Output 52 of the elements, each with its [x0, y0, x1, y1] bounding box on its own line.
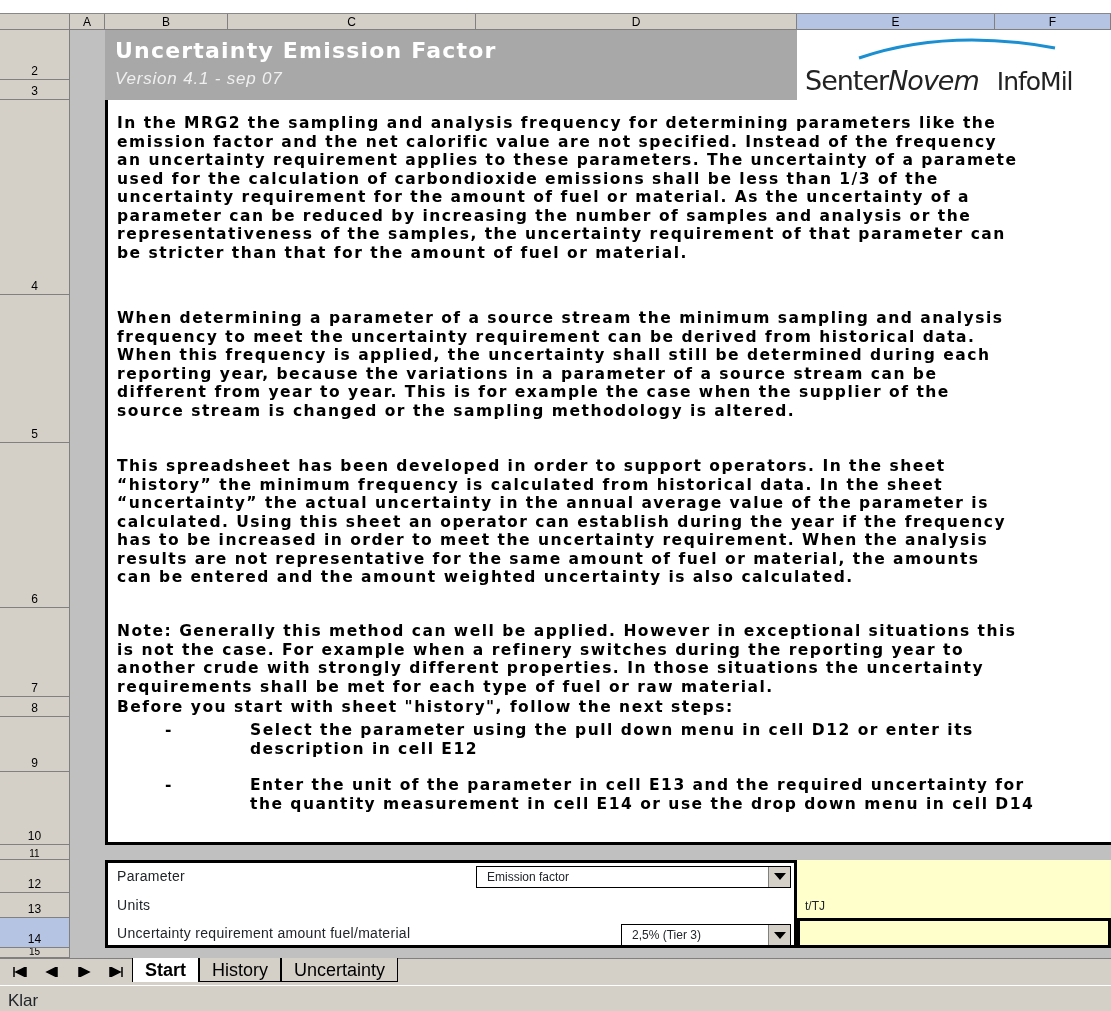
value-cell[interactable] [797, 860, 1111, 893]
status-text: Klar [0, 985, 1111, 1011]
column-header[interactable]: E [797, 14, 995, 30]
caret-icon [768, 925, 790, 945]
row-header[interactable]: 11 [0, 845, 70, 860]
step-text: Enter the unit of the parameter in cell E13 and the required uncertainty for the quantity measurement in cell E14 or use the drop down menu in cell D14 [249, 775, 1036, 813]
value-cell[interactable]: t/TJ [797, 893, 1111, 918]
field-label: Uncertainty requirement amount fuel/material [116, 923, 412, 943]
sheet-tab[interactable]: Start [132, 958, 199, 982]
column-header[interactable]: A [70, 14, 105, 30]
column-header[interactable]: D [476, 14, 797, 30]
row-header[interactable]: 10 [0, 772, 70, 845]
row-header[interactable]: 2 [0, 30, 70, 80]
column-header[interactable]: F [995, 14, 1111, 30]
value-cell[interactable] [797, 918, 1111, 948]
version-text: Version 4.1 - sep 07 [115, 70, 284, 90]
steps-intro: Before you start with sheet "history", follow the next steps: [116, 697, 735, 717]
row-header[interactable]: 15 [0, 948, 70, 958]
sheet-title: Uncertainty Emission Factor [115, 38, 498, 65]
field-label: Parameter [116, 867, 187, 886]
select-all-button[interactable] [0, 14, 70, 30]
row-header[interactable]: 9 [0, 717, 70, 772]
bullet: - [164, 775, 174, 795]
bullet: - [164, 720, 174, 740]
paragraph: In the MRG2 the sampling and analysis frequency for determining parameters like the emission factor and the net calorific value are not specified. Instead of the frequency an uncertainty requirement applies to these parameters. The uncertainty of a paramete used for the calculation of carbondioxide emissions shall be less than 1/3 of the uncertainty requirement for the amount of fuel or material. As the uncertainty of a parameter can be reduced by increasing the number of samples and analysis or the representativeness of the samples, the uncertainty requirement of that parameter can be stricter than that for the amount of fuel or material. [116, 113, 1019, 262]
field-label: Units [116, 896, 152, 915]
row-header[interactable]: 14 [0, 918, 70, 948]
row-header[interactable]: 5 [0, 295, 70, 443]
logo-text: SenterNovem [805, 67, 979, 94]
last-icon[interactable] [109, 967, 123, 977]
column-header[interactable]: C [228, 14, 476, 30]
column-header[interactable]: B [105, 14, 228, 30]
dropdown[interactable]: 2,5% (Tier 3) [621, 924, 791, 946]
next-icon[interactable] [77, 967, 91, 977]
row-header[interactable]: 3 [0, 80, 70, 100]
row-header[interactable]: 6 [0, 443, 70, 608]
first-icon[interactable] [13, 967, 27, 977]
dropdown[interactable]: Emission factor [476, 865, 791, 888]
caret-icon [768, 866, 790, 887]
paragraph: Note: Generally this method can well be applied. However in exceptional situations this is not the case. For example when a refinery switches during the reporting year to another crude with strongly different properties. In those situations the uncertainty requirements shall be met for each type of fuel or raw material. [116, 621, 1018, 696]
logo-text: InfoMil [996, 69, 1073, 94]
step-text: Select the parameter using the pull down menu in cell D12 or enter its description in cell E12 [249, 720, 975, 758]
row-header[interactable]: 13 [0, 893, 70, 918]
paragraph: This spreadsheet has been developed in order to support operators. In the sheet “history” the minimum frequency is calculated from historical data. In the sheet “uncertainty” the actual uncertainty in the annual average value of the parameter is calculated. Using this sheet an operator can establish during the year if the frequency has to be increased in order to meet the uncertainty requirement. When the analysis results are not representative for the same amount of fuel or material, the amounts can be entered and the amount weighted uncertainty is also calculated. [116, 456, 1008, 587]
sheet-tab[interactable]: History [199, 958, 282, 982]
paragraph: When determining a parameter of a source stream the minimum sampling and analysis frequency to meet the uncertainty requirement can be derived from historical data. When this frequency is applied, the uncertainty shall still be determined during each reporting year, because the variations in a parameter of a source stream can be different from year to year. This is for example the case when the supplier of the source stream is changed or the sampling methodology is altered. [116, 308, 1005, 420]
row-header[interactable]: 12 [0, 860, 70, 893]
previous-icon[interactable] [45, 967, 59, 977]
sheet-tab[interactable]: Uncertainty [281, 958, 399, 982]
row-header[interactable]: 8 [0, 697, 70, 717]
row-header[interactable]: 4 [0, 100, 70, 295]
row-header[interactable]: 7 [0, 608, 70, 697]
